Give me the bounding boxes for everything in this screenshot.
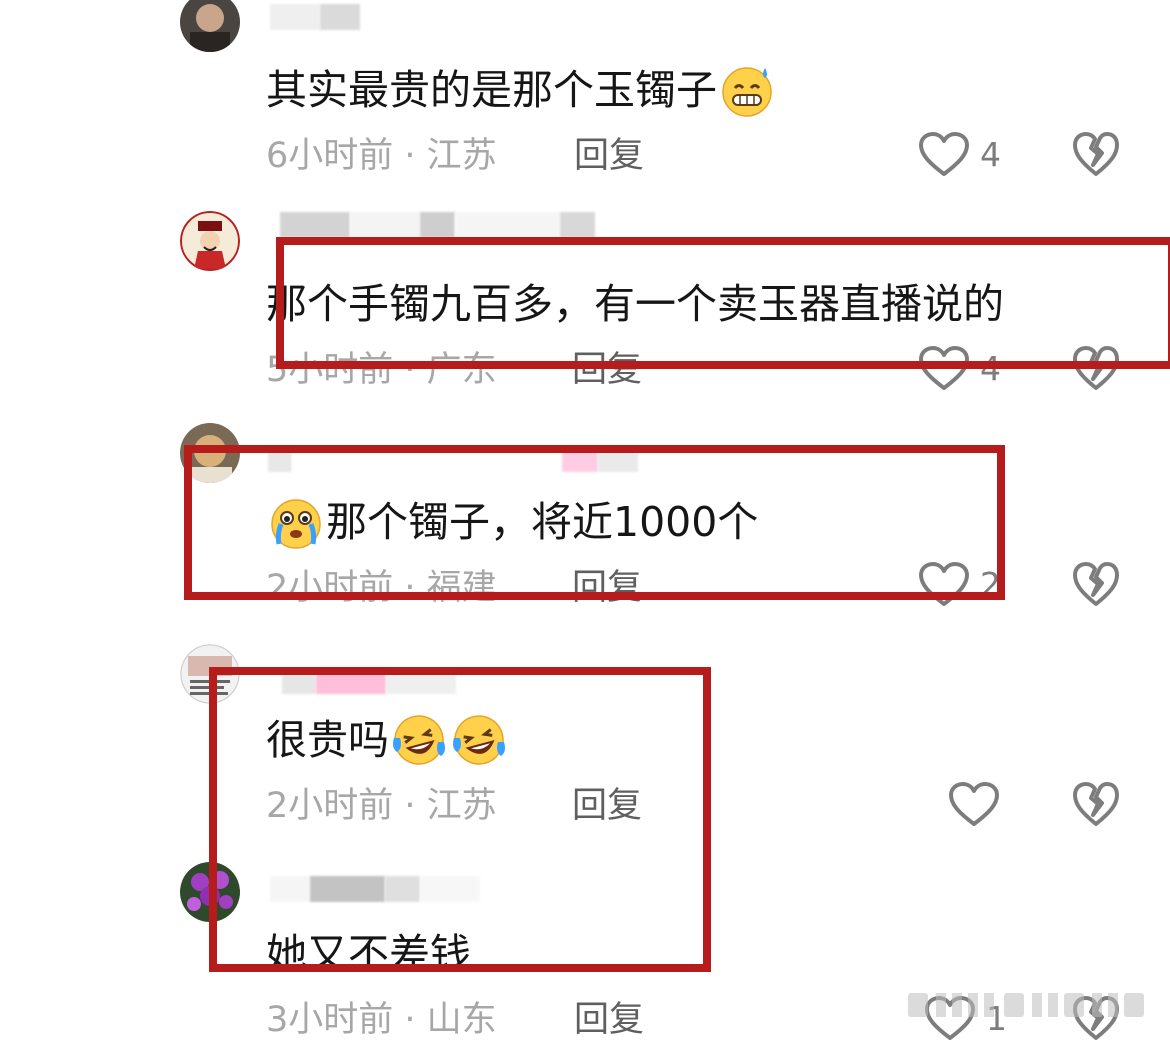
heart-icon: [919, 346, 969, 390]
comment-text: 很贵吗: [266, 712, 509, 768]
comment-time-location: 2小时前 · 江苏: [266, 786, 497, 826]
reply-button[interactable]: 回复: [572, 348, 642, 392]
like-button[interactable]: 4: [918, 346, 1001, 392]
comment-body: 很贵吗: [266, 716, 389, 764]
username-blurred[interactable]: [280, 212, 595, 238]
comment-text: 那个手镯九百多，有一个卖玉器直播说的: [266, 278, 1004, 330]
dislike-button[interactable]: [1072, 562, 1120, 612]
like-count: 4: [980, 135, 1001, 174]
heart-icon: [919, 562, 969, 606]
avatar[interactable]: [180, 423, 240, 483]
comment-text: 其实最贵的是那个玉镯子: [266, 62, 777, 118]
comment-body: 那个手镯九百多，有一个卖玉器直播说的: [266, 280, 1004, 328]
avatar[interactable]: [180, 0, 240, 52]
dislike-button[interactable]: [1072, 782, 1120, 832]
reply-button[interactable]: 回复: [572, 566, 642, 610]
comment-text: 那个镯子，将近1000个: [266, 494, 758, 550]
like-count: 2: [980, 565, 1001, 604]
avatar[interactable]: [180, 862, 240, 922]
comment-time-location: 5小时前 · 广东: [266, 350, 497, 390]
broken-heart-icon: [1073, 562, 1119, 606]
reply-button[interactable]: 回复: [574, 998, 644, 1042]
dislike-button[interactable]: [1072, 132, 1120, 182]
comment-time-location: 6小时前 · 江苏: [266, 136, 497, 176]
grin-sweat-emoji: [722, 67, 772, 117]
laughing-tears-emoji: [393, 715, 445, 765]
comment-text: 她又不差钱: [266, 928, 471, 980]
like-button[interactable]: 2: [918, 562, 1001, 608]
username-blurred[interactable]: [270, 876, 480, 902]
avatar[interactable]: [180, 211, 240, 271]
watermark: [908, 993, 1144, 1017]
username-blurred[interactable]: [270, 4, 360, 30]
like-count: 4: [980, 349, 1001, 388]
username-blurred[interactable]: [282, 668, 456, 694]
broken-heart-icon: [1073, 132, 1119, 176]
reply-button[interactable]: 回复: [574, 134, 644, 178]
broken-heart-icon: [1073, 346, 1119, 390]
comment-body: 她又不差钱: [266, 930, 471, 978]
reply-button[interactable]: 回复: [572, 784, 642, 828]
comment-body: 其实最贵的是那个玉镯子: [266, 66, 717, 114]
username-blurred[interactable]: [268, 446, 638, 472]
like-button[interactable]: [948, 782, 1010, 828]
laughing-tears-emoji: [453, 715, 505, 765]
avatar[interactable]: [180, 644, 240, 704]
comment-body: 那个镯子，将近1000个: [326, 498, 759, 546]
dislike-button[interactable]: [1072, 346, 1120, 396]
broken-heart-icon: [1073, 782, 1119, 826]
like-button[interactable]: 4: [918, 132, 1001, 178]
heart-icon: [919, 132, 969, 176]
comment-time-location: 2小时前 · 福建: [266, 568, 497, 608]
comment-time-location: 3小时前 · 山东: [266, 1000, 497, 1040]
heart-icon: [949, 782, 999, 826]
crying-face-emoji: [271, 499, 321, 549]
